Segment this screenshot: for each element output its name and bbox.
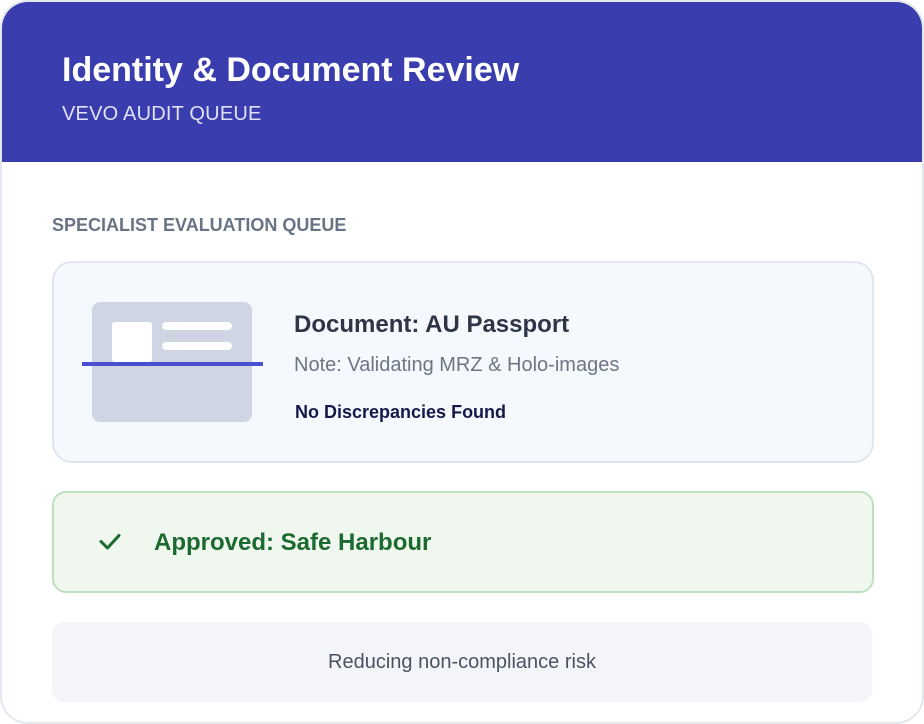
page-title: Identity & Document Review — [62, 51, 520, 89]
approval-status-banner: Approved: Safe Harbour — [52, 491, 874, 593]
review-card: Identity & Document Review VEVO AUDIT QU… — [0, 0, 924, 724]
document-title: Document: AU Passport — [294, 311, 570, 338]
scan-line — [82, 362, 263, 366]
header: Identity & Document Review VEVO AUDIT QU… — [2, 2, 922, 162]
document-card[interactable]: Document: AU Passport Note: Validating M… — [52, 261, 874, 463]
footer-note: Reducing non-compliance risk — [52, 622, 872, 702]
document-note: Note: Validating MRZ & Holo-images — [294, 354, 620, 376]
page-subtitle: VEVO AUDIT QUEUE — [62, 103, 262, 125]
footer-text: Reducing non-compliance risk — [328, 651, 596, 673]
document-status: No Discrepancies Found — [295, 402, 507, 422]
document-photo-placeholder — [112, 322, 152, 362]
approval-status-text: Approved: Safe Harbour — [154, 529, 432, 556]
document-text-line — [162, 342, 232, 350]
document-text-line — [162, 322, 232, 330]
check-icon — [99, 534, 121, 550]
queue-section-label: SPECIALIST EVALUATION QUEUE — [52, 215, 347, 235]
